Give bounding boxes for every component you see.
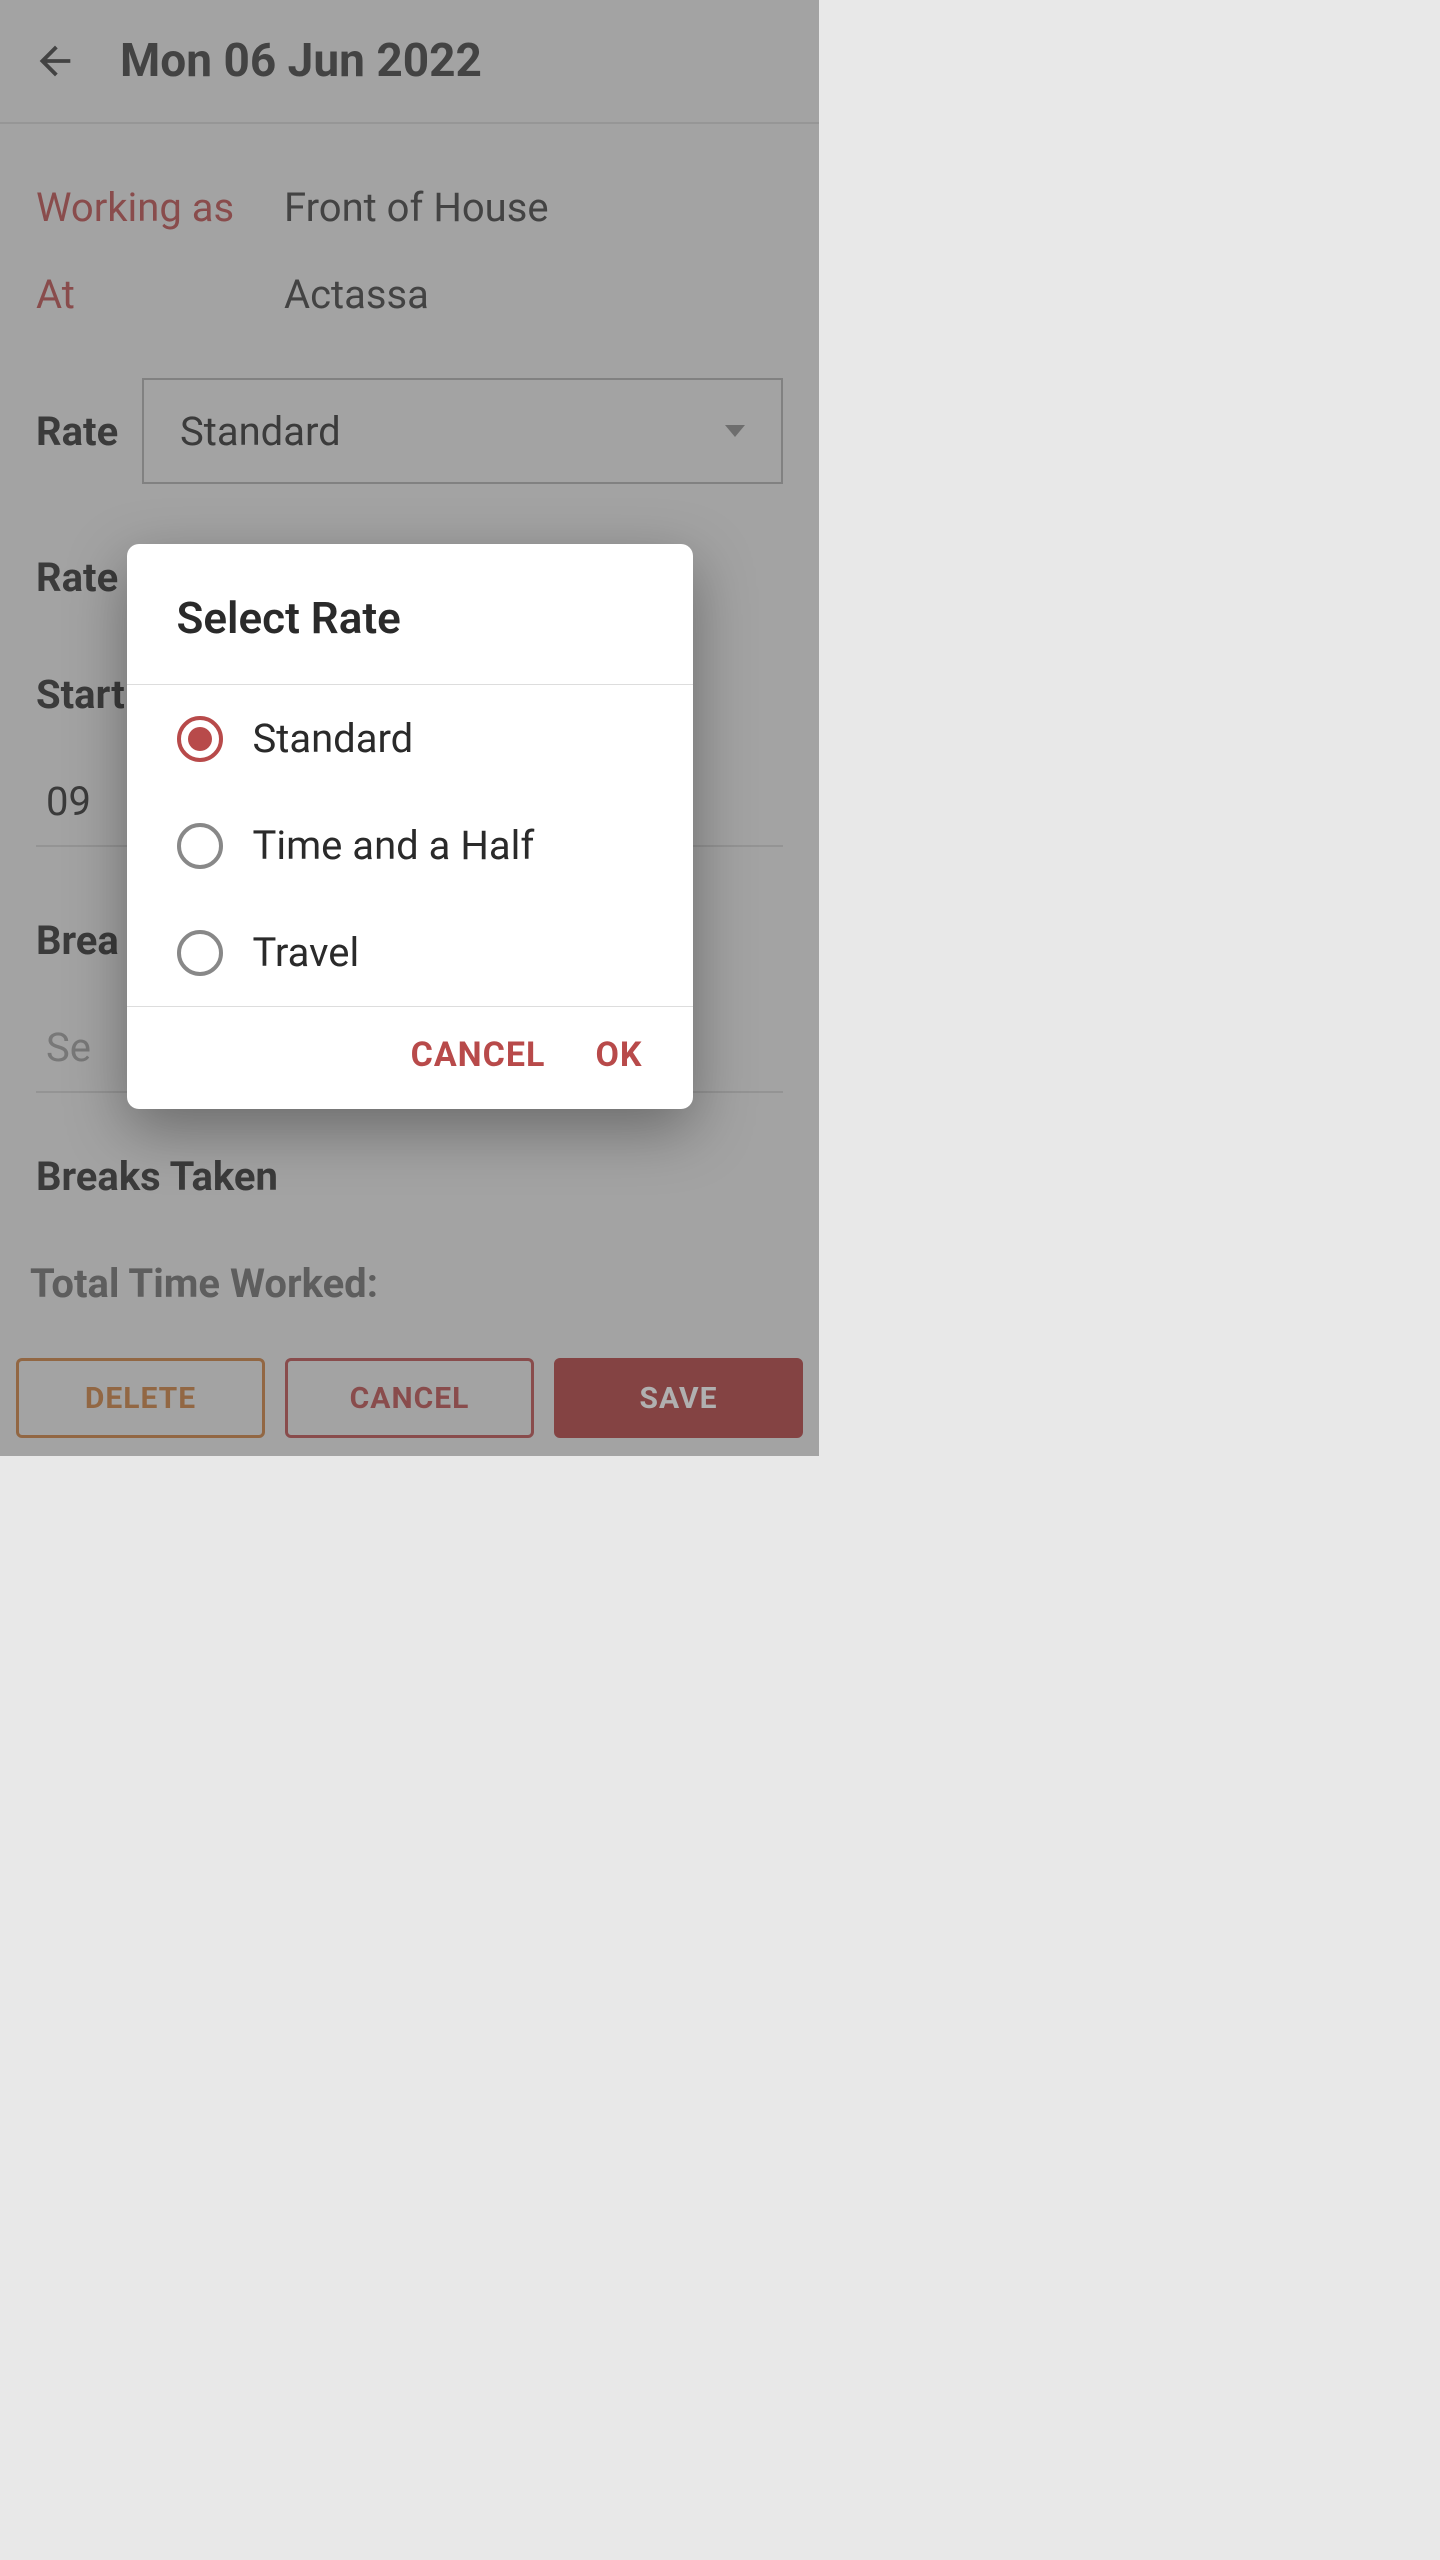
dialog-options: Standard Time and a Half Travel xyxy=(127,685,693,1006)
select-rate-dialog: Select Rate Standard Time and a Half Tra… xyxy=(127,544,693,1109)
dialog-cancel-button[interactable]: CANCEL xyxy=(411,1035,546,1075)
radio-option-travel[interactable]: Travel xyxy=(127,899,693,1006)
radio-option-time-and-half[interactable]: Time and a Half xyxy=(127,792,693,899)
radio-label: Time and a Half xyxy=(253,822,535,869)
modal-overlay[interactable]: Select Rate Standard Time and a Half Tra… xyxy=(0,0,819,1456)
radio-icon xyxy=(177,823,223,869)
radio-icon xyxy=(177,716,223,762)
radio-label: Travel xyxy=(253,929,360,976)
radio-option-standard[interactable]: Standard xyxy=(127,685,693,792)
dialog-actions: CANCEL OK xyxy=(127,1007,693,1109)
dialog-ok-button[interactable]: OK xyxy=(595,1035,642,1075)
radio-label: Standard xyxy=(253,715,414,762)
radio-icon xyxy=(177,930,223,976)
dialog-title: Select Rate xyxy=(127,544,693,685)
